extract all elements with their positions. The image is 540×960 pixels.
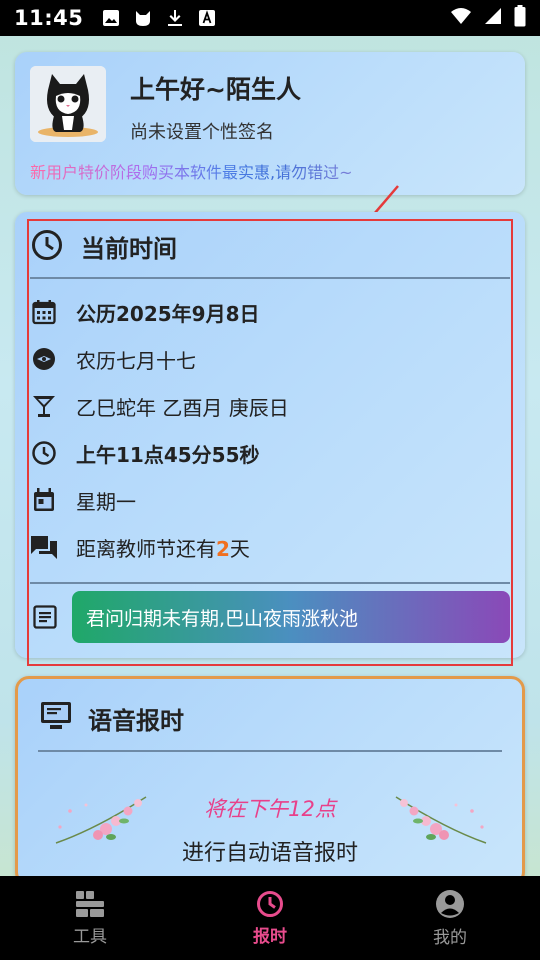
calendar-icon (30, 298, 58, 326)
weekday-row: 星期一 (30, 485, 136, 515)
divider (38, 750, 502, 752)
ganzhi-date: 乙巳蛇年 乙酉月 庚辰日 (76, 395, 289, 420)
divider (30, 277, 510, 279)
nav-tools[interactable]: 工具 (30, 890, 150, 947)
nav-tools-label: 工具 (73, 926, 107, 947)
announce-desc: 进行自动语音报时 (181, 841, 358, 866)
time-card: 当前时间 公历2025年9月8日 农历七月十七 乙巳蛇年 乙酉月 庚辰日 上午1… (15, 212, 525, 658)
countdown-row: 距离教师节还有2天 (30, 532, 250, 562)
divider (30, 582, 510, 584)
article-icon (32, 604, 58, 634)
account-icon (436, 889, 464, 918)
clock-time-row: 上午11点45分55秒 (30, 438, 260, 468)
chat-bubbles-icon (30, 533, 58, 561)
nav-mine-label: 我的 (433, 927, 467, 948)
countdown-text: 距离教师节还有2天 (76, 533, 250, 562)
clock-title-icon (30, 228, 64, 266)
lunar-date: 农历七月十七 (76, 348, 196, 373)
bottom-nav: 工具 报时 我的 (0, 876, 540, 960)
poem-banner[interactable]: 君问归期未有期,巴山夜雨涨秋池 (72, 591, 510, 643)
nav-mine[interactable]: 我的 (390, 889, 510, 948)
monitor-icon (40, 701, 72, 735)
solar-date-row: 公历2025年9月8日 (30, 297, 260, 327)
lunar-date-row: 农历七月十七 (30, 344, 196, 374)
countdown-days: 2 (216, 536, 230, 561)
ganzhi-row: 乙巳蛇年 乙酉月 庚辰日 (30, 391, 289, 421)
cocktail-icon (30, 392, 58, 420)
clock-nav-icon (257, 890, 283, 917)
nav-announce[interactable]: 报时 (210, 890, 330, 947)
nav-announce-label: 报时 (253, 926, 287, 947)
voice-title: 语音报时 (88, 707, 184, 735)
next-announce-time: 将在下午12点 (204, 797, 336, 821)
compass-icon (30, 345, 58, 373)
weekday: 星期一 (76, 489, 136, 514)
toolbox-icon (76, 890, 104, 917)
countdown-suffix: 天 (229, 536, 250, 561)
solar-date: 公历2025年9月8日 (76, 301, 260, 326)
clock-icon (30, 439, 58, 467)
event-icon (30, 486, 58, 514)
voice-card: 语音报时 将在下午12点 进行自动语音报时 (15, 676, 525, 886)
time-title: 当前时间 (81, 235, 177, 263)
current-time: 上午11点45分55秒 (76, 442, 260, 467)
countdown-prefix: 距离教师节还有 (76, 536, 216, 561)
